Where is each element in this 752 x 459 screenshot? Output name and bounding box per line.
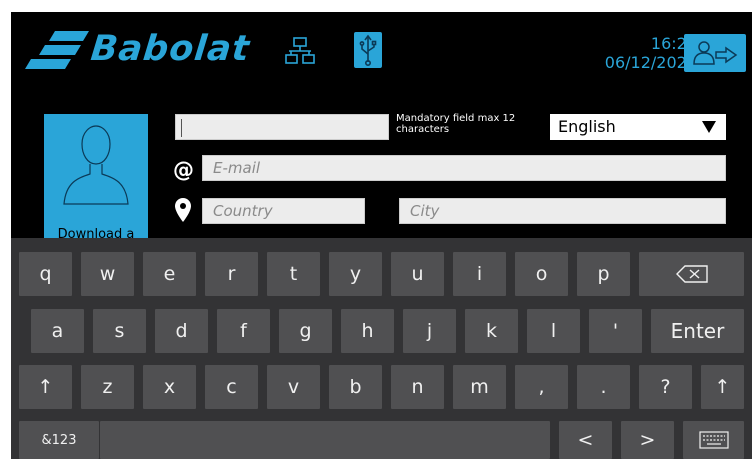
location-pin-icon (175, 198, 191, 222)
clock: 16:21 06/12/2023 (571, 34, 697, 72)
text-cursor (181, 119, 182, 137)
cursor-left-key[interactable]: < (559, 421, 612, 459)
email-placeholder: E-mail (213, 159, 261, 177)
keyboard-hide-icon (698, 431, 729, 449)
key-p[interactable]: p (577, 252, 630, 296)
email-input[interactable]: E-mail (202, 155, 726, 181)
key-y[interactable]: y (329, 252, 382, 296)
key-period[interactable]: . (577, 365, 630, 409)
language-value: English (558, 117, 616, 136)
key-d[interactable]: d (155, 309, 208, 353)
on-screen-keyboard: q w e r t y u i o p a s d f g h j k l ' (11, 238, 752, 459)
symbols-key[interactable]: &123 (19, 421, 99, 459)
user-silhouette-icon (63, 125, 129, 205)
backspace-key[interactable] (639, 252, 744, 296)
key-n[interactable]: n (391, 365, 444, 409)
device-screen: Babolat 16:21 06/12/2023 Download a Mand… (11, 12, 752, 459)
enter-key[interactable]: Enter (651, 309, 744, 353)
key-question[interactable]: ? (639, 365, 692, 409)
key-x[interactable]: x (143, 365, 196, 409)
network-icon[interactable] (285, 36, 315, 66)
clock-date: 06/12/2023 (604, 53, 697, 72)
key-v[interactable]: v (267, 365, 320, 409)
logout-button[interactable] (684, 34, 746, 72)
logout-icon (693, 41, 738, 65)
key-t[interactable]: t (267, 252, 320, 296)
shift-left-key[interactable]: ↑ (19, 365, 72, 409)
name-input[interactable] (175, 114, 389, 140)
key-k[interactable]: k (465, 309, 518, 353)
country-placeholder: Country (213, 202, 273, 220)
key-e[interactable]: e (143, 252, 196, 296)
key-m[interactable]: m (453, 365, 506, 409)
country-input[interactable]: Country (202, 198, 365, 224)
at-icon: @ (173, 158, 194, 182)
usb-icon[interactable] (354, 32, 382, 68)
key-c[interactable]: c (205, 365, 258, 409)
chevron-down-icon (702, 121, 716, 133)
key-r[interactable]: r (205, 252, 258, 296)
key-u[interactable]: u (391, 252, 444, 296)
key-w[interactable]: w (81, 252, 134, 296)
cursor-right-key[interactable]: > (621, 421, 674, 459)
avatar-upload[interactable]: Download a (44, 114, 148, 250)
shift-right-key[interactable]: ↑ (701, 365, 744, 409)
city-input[interactable]: City (399, 198, 726, 224)
space-key[interactable] (100, 421, 550, 459)
hide-keyboard-key[interactable] (683, 421, 744, 459)
mandatory-note: Mandatory field max 12 characters (396, 113, 516, 135)
city-placeholder: City (410, 202, 440, 220)
key-comma[interactable]: , (515, 365, 568, 409)
key-apostrophe[interactable]: ' (589, 309, 642, 353)
key-z[interactable]: z (81, 365, 134, 409)
key-i[interactable]: i (453, 252, 506, 296)
key-l[interactable]: l (527, 309, 580, 353)
key-a[interactable]: a (31, 309, 84, 353)
backspace-icon (675, 265, 708, 283)
key-j[interactable]: j (403, 309, 456, 353)
babolat-logo-icon (25, 31, 89, 69)
language-select[interactable]: English (550, 114, 726, 140)
key-s[interactable]: s (93, 309, 146, 353)
key-b[interactable]: b (329, 365, 382, 409)
key-g[interactable]: g (279, 309, 332, 353)
brand-logo: Babolat (25, 26, 252, 72)
clock-time: 16:21 (650, 34, 697, 53)
key-h[interactable]: h (341, 309, 394, 353)
brand-name: Babolat (88, 29, 252, 69)
key-f[interactable]: f (217, 309, 270, 353)
key-o[interactable]: o (515, 252, 568, 296)
key-q[interactable]: q (19, 252, 72, 296)
